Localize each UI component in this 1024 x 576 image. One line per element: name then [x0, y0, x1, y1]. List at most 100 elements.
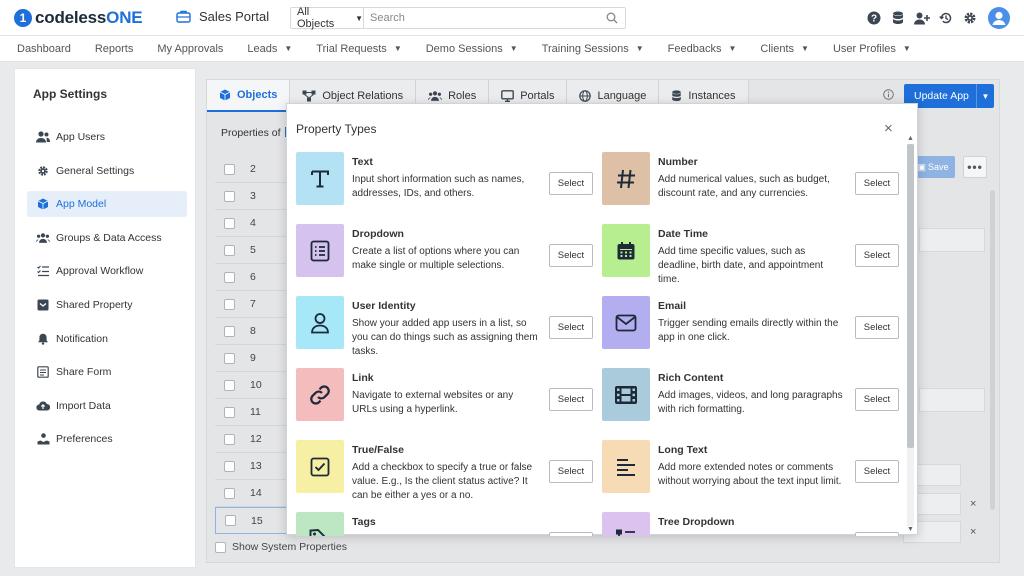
nav-item-label: Reports: [94, 42, 134, 55]
chevron-down-icon: ▼: [801, 44, 809, 53]
select-button[interactable]: Select: [549, 172, 593, 195]
close-icon[interactable]: ×: [884, 120, 893, 137]
nav-item-training-sessions[interactable]: Training Sessions ▼: [542, 43, 644, 55]
row-checkbox[interactable]: [225, 515, 236, 526]
logo[interactable]: 1 codelessONE: [14, 8, 143, 28]
hash-icon: [602, 152, 650, 205]
table-row[interactable]: 9: [215, 345, 297, 372]
row-checkbox[interactable]: [224, 244, 235, 256]
search-input[interactable]: [364, 8, 599, 28]
row-checkbox[interactable]: [224, 163, 235, 175]
scroll-down-icon[interactable]: ▼: [907, 526, 914, 533]
table-row[interactable]: 4: [215, 210, 297, 237]
table-row[interactable]: 13: [215, 453, 297, 480]
scrollbar-thumb[interactable]: [907, 144, 914, 448]
table-row[interactable]: 6: [215, 264, 297, 291]
gear-icon[interactable]: [958, 6, 982, 30]
row-checkbox[interactable]: [224, 298, 235, 310]
property-type-description: Add a checkbox to specify a true or fals…: [352, 462, 533, 501]
property-type-long-text: Long Text Add more extended notes or comm…: [602, 438, 900, 493]
sidebar-item-notification[interactable]: Notification: [27, 326, 187, 352]
select-button[interactable]: Select: [855, 244, 899, 267]
nav-item-user-profiles[interactable]: User Profiles ▼: [833, 43, 911, 55]
select-button[interactable]: Select: [549, 316, 593, 339]
sidebar-item-general-settings[interactable]: General Settings: [27, 158, 187, 184]
nav-item-my-approvals[interactable]: My Approvals: [157, 43, 223, 55]
select-button[interactable]: Select: [549, 388, 593, 411]
users-icon: [36, 131, 50, 143]
row-checkbox[interactable]: [224, 406, 235, 418]
table-row[interactable]: 14: [215, 480, 297, 507]
modal-scrollbar[interactable]: ▲ ▼: [905, 134, 916, 536]
select-button[interactable]: Select: [549, 460, 593, 483]
property-type-name: User Identity: [352, 300, 416, 312]
tab-objects[interactable]: Objects: [207, 80, 291, 112]
row-number: 11: [250, 406, 261, 418]
show-system-properties[interactable]: Show System Properties: [215, 541, 347, 553]
field-input[interactable]: [919, 228, 985, 252]
table-row[interactable]: 10: [215, 372, 297, 399]
table-row[interactable]: 5: [215, 237, 297, 264]
table-row[interactable]: 8: [215, 318, 297, 345]
history-icon[interactable]: [934, 6, 958, 30]
select-button[interactable]: Select: [549, 532, 593, 536]
show-system-checkbox[interactable]: [215, 541, 226, 553]
more-options-button[interactable]: •••: [963, 156, 987, 178]
avatar[interactable]: [988, 7, 1010, 29]
table-row[interactable]: 11: [215, 399, 297, 426]
select-button[interactable]: Select: [855, 460, 899, 483]
help-icon[interactable]: ?: [862, 6, 886, 30]
row-checkbox[interactable]: [224, 379, 235, 391]
sidebar-item-share-form[interactable]: Share Form: [27, 359, 187, 385]
row-checkbox[interactable]: [224, 352, 235, 364]
add-user-icon[interactable]: [910, 6, 934, 30]
row-checkbox[interactable]: [224, 487, 235, 499]
scroll-up-icon[interactable]: ▲: [907, 135, 914, 142]
row-checkbox[interactable]: [224, 325, 235, 337]
property-type-number: Number Add numerical values, such as budg…: [602, 150, 900, 205]
table-row[interactable]: 12: [215, 426, 297, 453]
table-row[interactable]: 7: [215, 291, 297, 318]
search-icon[interactable]: [599, 8, 625, 28]
row-checkbox[interactable]: [224, 190, 235, 202]
sidebar-item-label: Notification: [56, 332, 108, 345]
sidebar-item-app-users[interactable]: App Users: [27, 124, 187, 150]
sidebar-item-preferences[interactable]: Preferences: [27, 426, 187, 452]
remove-icon[interactable]: ×: [970, 526, 976, 538]
remove-icon[interactable]: ×: [970, 498, 976, 510]
property-type-name: Email: [658, 300, 687, 312]
nav-item-trial-requests[interactable]: Trial Requests ▼: [316, 43, 401, 55]
select-button[interactable]: Select: [855, 172, 899, 195]
sidebar-item-approval-workflow[interactable]: Approval Workflow: [27, 258, 187, 284]
field-input[interactable]: [919, 388, 985, 412]
row-checkbox[interactable]: [224, 271, 235, 283]
database-icon[interactable]: [886, 6, 910, 30]
select-button[interactable]: Select: [855, 532, 899, 536]
row-checkbox[interactable]: [224, 217, 235, 229]
table-row[interactable]: 2: [215, 156, 297, 183]
show-system-label: Show System Properties: [232, 541, 347, 553]
nav-item-reports[interactable]: Reports: [95, 43, 134, 55]
search-scope-select[interactable]: All Objects ▼: [291, 6, 364, 30]
property-type-true-false: True/False Add a checkbox to specify a tr…: [296, 438, 594, 501]
portal-switcher[interactable]: Sales Portal: [176, 9, 269, 24]
select-button[interactable]: Select: [855, 388, 899, 411]
nav-item-feedbacks[interactable]: Feedbacks ▼: [668, 43, 737, 55]
nav-item-demo-sessions[interactable]: Demo Sessions ▼: [426, 43, 518, 55]
select-button[interactable]: Select: [855, 316, 899, 339]
panel-scrollbar[interactable]: [990, 190, 995, 510]
table-row[interactable]: 3: [215, 183, 297, 210]
sidebar-item-groups-data-access[interactable]: Groups & Data Access: [27, 225, 187, 251]
sidebar-item-app-model[interactable]: App Model: [27, 191, 187, 218]
chevron-down-icon[interactable]: ▼: [976, 84, 994, 108]
table-row[interactable]: 15: [215, 507, 297, 534]
nav-item-dashboard[interactable]: Dashboard: [17, 43, 71, 55]
select-button[interactable]: Select: [549, 244, 593, 267]
info-icon[interactable]: [883, 89, 894, 100]
sidebar-item-import-data[interactable]: Import Data: [27, 393, 187, 419]
row-checkbox[interactable]: [224, 433, 235, 445]
nav-item-clients[interactable]: Clients ▼: [760, 43, 809, 55]
nav-item-leads[interactable]: Leads ▼: [247, 43, 292, 55]
sidebar-item-shared-property[interactable]: Shared Property: [27, 292, 187, 318]
row-checkbox[interactable]: [224, 460, 235, 472]
